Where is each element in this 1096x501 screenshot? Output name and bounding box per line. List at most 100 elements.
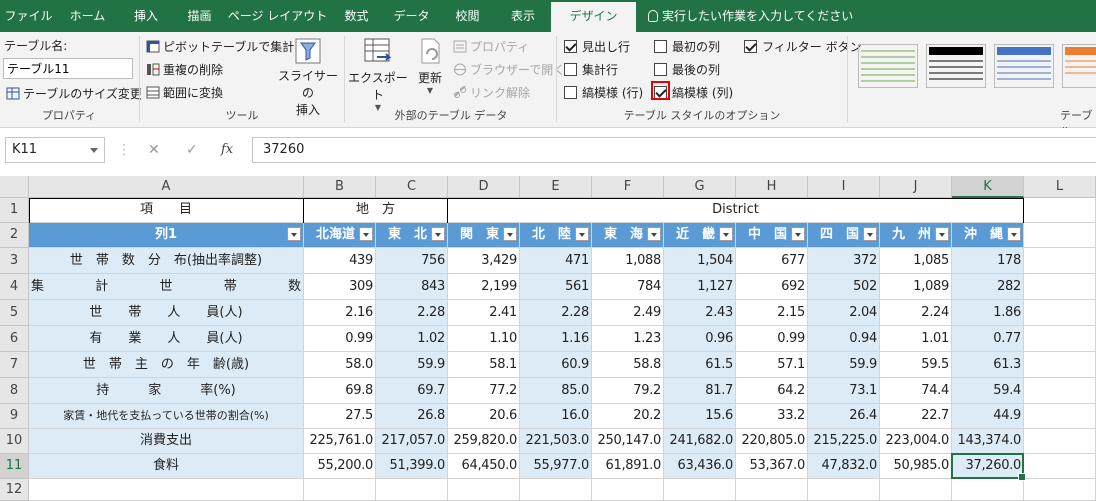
data-cell[interactable]: 22.7 <box>880 404 952 429</box>
empty-cell[interactable] <box>448 479 520 501</box>
column-header[interactable]: L <box>1024 176 1096 198</box>
filter-dropdown-icon[interactable] <box>575 227 589 241</box>
filter-dropdown-icon[interactable] <box>935 227 949 241</box>
export-button[interactable]: エクスポート ▼ <box>347 37 409 112</box>
data-cell[interactable]: 1,089 <box>880 274 952 300</box>
data-cell[interactable]: 2.43 <box>664 300 736 326</box>
table-header-cell[interactable]: 列1 <box>29 223 304 248</box>
unlink-button[interactable]: リンク解除 <box>453 84 530 101</box>
row-header[interactable]: 7 <box>0 352 29 378</box>
table-header-cell[interactable]: 四 国 <box>808 223 880 248</box>
open-in-browser-button[interactable]: ブラウザーで開く <box>453 61 565 78</box>
row-label-cell[interactable]: 世 帯 主 の 年 齢(歳) <box>29 352 304 378</box>
data-cell[interactable]: 57.1 <box>736 352 808 378</box>
filter-dropdown-icon[interactable] <box>863 227 877 241</box>
data-cell[interactable]: 63,436.0 <box>664 454 736 479</box>
row-label-cell[interactable]: 消費支出 <box>29 429 304 454</box>
data-cell[interactable]: 79.2 <box>592 378 664 404</box>
empty-cell[interactable] <box>1024 454 1096 479</box>
data-cell[interactable]: 1.02 <box>376 326 448 352</box>
data-cell[interactable]: 69.8 <box>304 378 376 404</box>
data-cell[interactable]: 59.9 <box>808 352 880 378</box>
empty-cell[interactable] <box>664 479 736 501</box>
data-cell[interactable]: 178 <box>952 248 1024 274</box>
data-cell[interactable]: 2.49 <box>592 300 664 326</box>
data-cell[interactable]: 44.9 <box>952 404 1024 429</box>
data-cell[interactable]: 2.04 <box>808 300 880 326</box>
data-cell[interactable]: 26.8 <box>376 404 448 429</box>
empty-cell[interactable] <box>376 479 448 501</box>
remove-duplicates-button[interactable]: 重複の削除 <box>146 61 223 78</box>
data-cell[interactable]: 561 <box>520 274 592 300</box>
data-cell[interactable]: 756 <box>376 248 448 274</box>
data-cell[interactable]: 143,374.0 <box>952 429 1024 454</box>
data-cell[interactable]: 2.28 <box>520 300 592 326</box>
table-header-cell[interactable]: 沖 縄 <box>952 223 1024 248</box>
column-header[interactable]: E <box>520 176 592 198</box>
data-cell[interactable]: 223,004.0 <box>880 429 952 454</box>
data-cell[interactable]: 439 <box>304 248 376 274</box>
select-all-corner[interactable] <box>0 176 29 198</box>
row-header[interactable]: 6 <box>0 326 29 352</box>
column-header[interactable]: D <box>448 176 520 198</box>
column-header[interactable]: F <box>592 176 664 198</box>
data-cell[interactable]: 77.2 <box>448 378 520 404</box>
data-cell[interactable]: 372 <box>808 248 880 274</box>
empty-cell[interactable] <box>1024 479 1096 501</box>
row-label-cell[interactable]: 世 帯 数 分 布(抽出率調整) <box>29 248 304 274</box>
data-cell[interactable]: 217,057.0 <box>376 429 448 454</box>
empty-cell[interactable] <box>1024 352 1096 378</box>
data-cell[interactable]: 59.5 <box>880 352 952 378</box>
data-cell[interactable]: 1,088 <box>592 248 664 274</box>
data-cell[interactable]: 220,805.0 <box>736 429 808 454</box>
row-header[interactable]: 5 <box>0 300 29 326</box>
row-label-cell[interactable]: 世 帯 人 員(人) <box>29 300 304 326</box>
data-cell[interactable]: 2.16 <box>304 300 376 326</box>
row-header[interactable]: 2 <box>0 223 29 248</box>
data-cell[interactable]: 55,200.0 <box>304 454 376 479</box>
enter-check-icon[interactable]: ✓ <box>186 142 198 158</box>
row-label-cell[interactable]: 有 業 人 員(人) <box>29 326 304 352</box>
row-header[interactable]: 1 <box>0 198 29 223</box>
data-cell[interactable]: 2.28 <box>376 300 448 326</box>
table-properties-button[interactable]: プロパティ <box>453 38 529 55</box>
empty-cell[interactable] <box>1024 248 1096 274</box>
tell-me-search[interactable]: 実行したい作業を入力してください <box>648 0 853 32</box>
data-cell[interactable]: 59.9 <box>376 352 448 378</box>
data-cell[interactable]: 471 <box>520 248 592 274</box>
data-cell[interactable]: 73.1 <box>808 378 880 404</box>
pivot-summary-button[interactable]: ピボットテーブルで集計 <box>146 38 294 55</box>
insert-function-icon[interactable]: fx <box>221 142 233 157</box>
data-cell[interactable]: 1.01 <box>880 326 952 352</box>
data-cell[interactable]: 64,450.0 <box>448 454 520 479</box>
tab-3[interactable]: 描画 <box>174 0 225 32</box>
data-cell[interactable]: 74.4 <box>880 378 952 404</box>
column-header[interactable]: C <box>376 176 448 198</box>
data-cell[interactable]: 0.99 <box>304 326 376 352</box>
data-cell[interactable]: 64.2 <box>736 378 808 404</box>
first-column-checkbox[interactable]: 最初の列 <box>654 38 720 55</box>
data-cell[interactable]: 250,147.0 <box>592 429 664 454</box>
data-cell[interactable]: 58.8 <box>592 352 664 378</box>
data-cell[interactable]: 2.41 <box>448 300 520 326</box>
data-cell[interactable]: 221,503.0 <box>520 429 592 454</box>
row-label-cell[interactable]: 家賃・地代を支払っている世帯の割合(%) <box>29 404 304 429</box>
empty-cell[interactable] <box>1024 223 1096 248</box>
filter-dropdown-icon[interactable] <box>719 227 733 241</box>
data-cell[interactable]: 1.86 <box>952 300 1024 326</box>
tab-9[interactable]: デザイン <box>551 2 636 32</box>
data-cell[interactable]: 502 <box>808 274 880 300</box>
data-cell[interactable]: 58.1 <box>448 352 520 378</box>
data-cell[interactable]: 58.0 <box>304 352 376 378</box>
data-cell[interactable]: 16.0 <box>520 404 592 429</box>
row-header[interactable]: 11 <box>0 454 29 479</box>
column-header[interactable]: I <box>808 176 880 198</box>
data-cell[interactable]: 0.99 <box>736 326 808 352</box>
column-header[interactable]: J <box>880 176 952 198</box>
data-cell[interactable]: 1.23 <box>592 326 664 352</box>
empty-cell[interactable] <box>1024 404 1096 429</box>
data-cell[interactable]: 1,504 <box>664 248 736 274</box>
empty-cell[interactable] <box>1024 378 1096 404</box>
row-header[interactable]: 10 <box>0 429 29 454</box>
filter-dropdown-icon[interactable] <box>431 227 445 241</box>
